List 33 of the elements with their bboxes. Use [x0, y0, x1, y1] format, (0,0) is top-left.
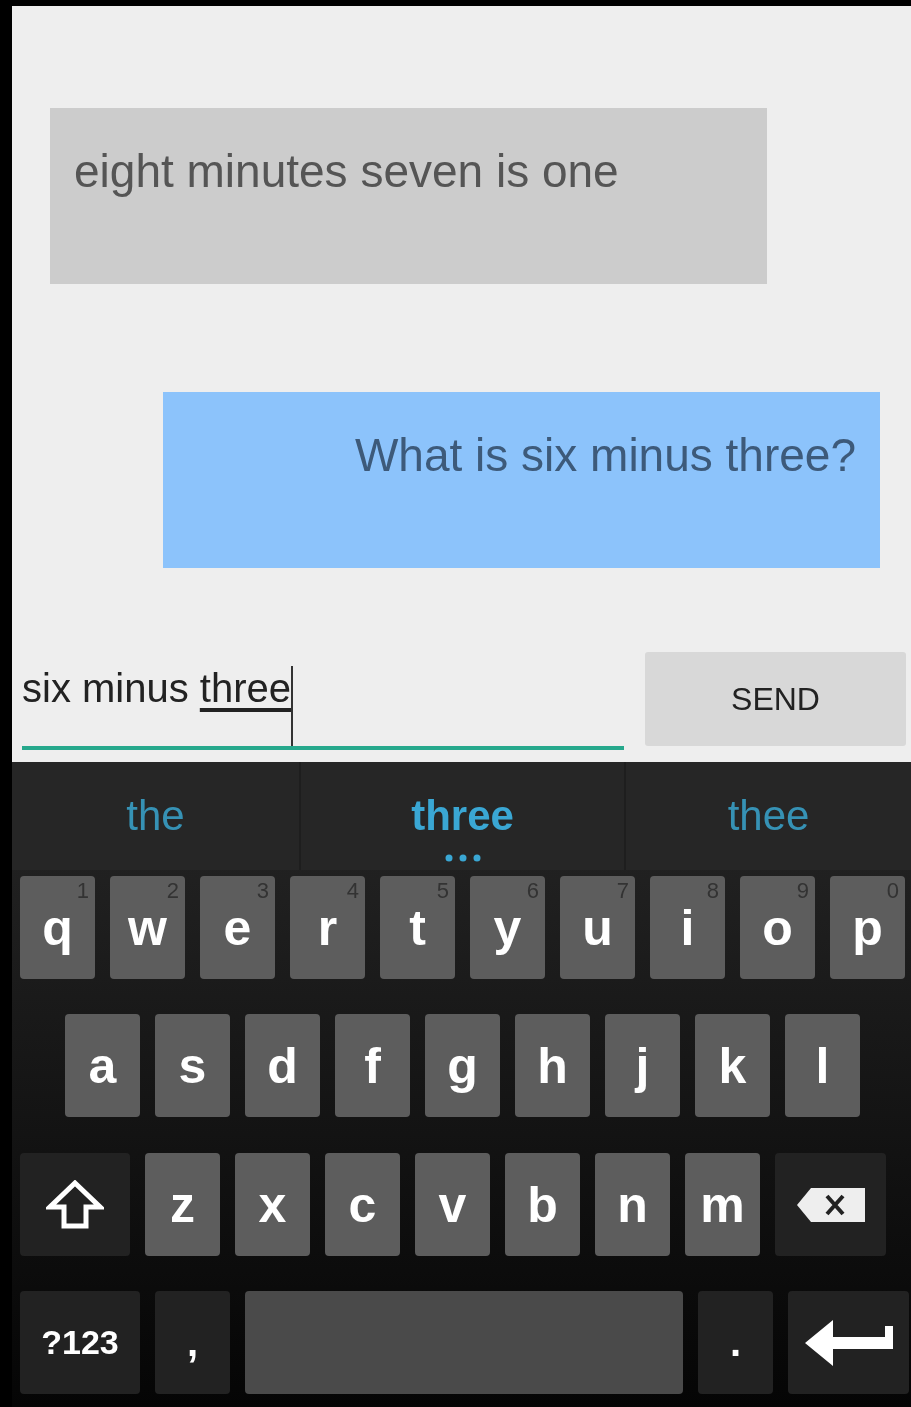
more-dots-icon	[444, 854, 481, 862]
backspace-key[interactable]	[775, 1153, 886, 1256]
punctuation-key[interactable]: ,	[155, 1291, 230, 1394]
keyboard-key[interactable]: a	[65, 1014, 140, 1117]
backspace-icon	[796, 1187, 865, 1222]
enter-key[interactable]	[788, 1291, 909, 1394]
received-message: eight minutes seven is one	[50, 108, 767, 284]
keyboard-key[interactable]: l	[785, 1014, 860, 1117]
keyboard-key[interactable]: k	[695, 1014, 770, 1117]
keyboard-key[interactable]: m	[685, 1153, 760, 1256]
enter-icon	[804, 1319, 893, 1366]
symbols-key[interactable]: ?123	[20, 1291, 140, 1394]
send-button[interactable]: SEND	[645, 652, 906, 746]
sent-message: What is six minus three?	[163, 392, 880, 568]
shift-icon	[46, 1179, 104, 1230]
message-input[interactable]: six minus three	[22, 652, 624, 750]
keyboard-key[interactable]: d	[245, 1014, 320, 1117]
punctuation-key[interactable]: .	[698, 1291, 773, 1394]
suggestion[interactable]: thee	[727, 792, 810, 840]
keyboard-key[interactable]: h	[515, 1014, 590, 1117]
keyboard-key[interactable]: z	[145, 1153, 220, 1256]
suggestion[interactable]: the	[126, 792, 185, 840]
keyboard-key[interactable]: v	[415, 1153, 490, 1256]
keyboard-key[interactable]: n	[595, 1153, 670, 1256]
keyboard-key[interactable]: b	[505, 1153, 580, 1256]
keyboard-key[interactable]: s	[155, 1014, 230, 1117]
shift-key[interactable]	[20, 1153, 130, 1256]
keyboard-key[interactable]: g	[425, 1014, 500, 1117]
keyboard-key[interactable]: j	[605, 1014, 680, 1117]
keyboard-key[interactable]: x	[235, 1153, 310, 1256]
keyboard-key[interactable]: f	[335, 1014, 410, 1117]
keyboard-key[interactable]: c	[325, 1153, 400, 1256]
suggestion[interactable]: three	[411, 792, 514, 840]
